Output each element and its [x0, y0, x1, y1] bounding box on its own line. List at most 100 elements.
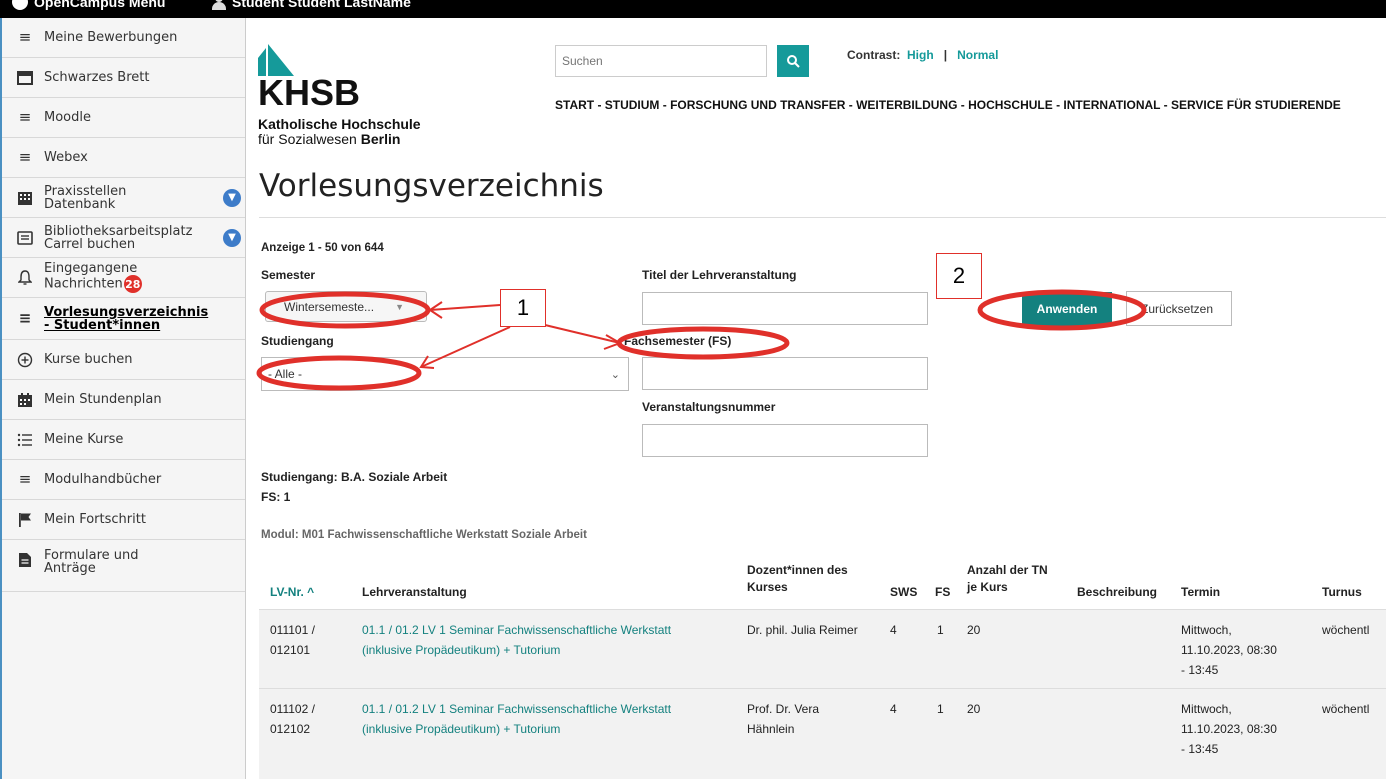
sidebar-item-stundenplan[interactable]: Mein Stundenplan	[2, 380, 245, 420]
chevron-down-icon: ⌄	[610, 368, 620, 381]
sidebar-item-kurse-buchen[interactable]: Kurse buchen	[2, 340, 245, 380]
annotation-arrowhead	[603, 334, 623, 350]
user-menu[interactable]: Student Student LastName	[212, 0, 411, 10]
tn-cell: 20	[967, 623, 981, 637]
termin-line1: Mittwoch,	[1181, 702, 1232, 716]
sidebar-item-moodle[interactable]: ≡ Moodle	[2, 98, 245, 138]
logo-wordmark: KHSB	[258, 72, 361, 113]
sidebar-item-vorlesungsverzeichnis[interactable]: ≡ Vorlesungsverzeichnis - Student*innen	[2, 298, 245, 340]
studiengang-value: - Alle -	[268, 367, 303, 381]
sidebar-item-modulhandbuecher[interactable]: ≡ Modulhandbücher	[2, 460, 245, 500]
termin-line2: 11.10.2023, 08:30	[1181, 722, 1277, 736]
sws-cell: 4	[890, 702, 897, 716]
termin-cell: Mittwoch, 11.10.2023, 08:30 - 13:45	[1181, 699, 1277, 759]
column-header-sws: SWS	[890, 585, 918, 599]
veranstaltungsnummer-label: Veranstaltungsnummer	[642, 400, 776, 414]
search-input[interactable]	[555, 45, 767, 77]
sidebar-item-label: Bibliotheksarbeitsplatz	[44, 223, 193, 239]
search-button[interactable]	[777, 45, 809, 77]
lvnr-line2: 012102	[270, 722, 311, 736]
titel-input[interactable]	[642, 292, 928, 325]
sidebar-item-bibliothek[interactable]: Bibliotheksarbeitsplatz Carrel buchen ▼	[2, 218, 245, 258]
flag-icon	[16, 512, 34, 528]
bell-icon	[16, 269, 34, 286]
column-header-dozent: Dozent*innen des Kurses	[747, 562, 848, 596]
lvnr-line1: 011102 /	[270, 702, 315, 716]
sidebar-item-formulare[interactable]: Formulare und Anträge	[2, 540, 245, 592]
sidebar-item-label: Moodle	[44, 110, 91, 125]
page-title: Vorlesungsverzeichnis	[259, 168, 604, 204]
column-header-beschreibung: Beschreibung	[1077, 585, 1158, 599]
column-header-lvnr[interactable]: LV-Nr. ^	[270, 584, 314, 601]
user-icon	[212, 0, 226, 10]
sidebar-item-label: Schwarzes Brett	[44, 70, 150, 85]
course-link[interactable]: 01.1 / 01.2 LV 1 Seminar Fachwissenschaf…	[362, 699, 671, 739]
column-header-lehrveranstaltung: Lehrveranstaltung	[362, 585, 467, 599]
column-header-dozent-line2: Kurses	[747, 580, 788, 594]
course-link-line2: (inklusive Propädeutikum) + Tutorium	[362, 722, 561, 736]
sidebar-item-label: Praxisstellen	[44, 183, 127, 199]
search-icon	[787, 55, 800, 68]
opencampus-menu-button[interactable]: OpenCampus Menu	[12, 0, 165, 10]
column-header-termin: Termin	[1181, 585, 1221, 599]
table-row: 011102 / 012102 01.1 / 01.2 LV 1 Seminar …	[259, 688, 1386, 779]
list-box-icon	[16, 230, 34, 246]
calendar-icon	[16, 392, 34, 408]
sidebar-item-schwarzes-brett[interactable]: Schwarzes Brett	[2, 58, 245, 98]
column-header-dozent-line1: Dozent*innen des	[747, 563, 848, 577]
apply-button[interactable]: Anwenden	[1022, 292, 1112, 326]
sidebar-item-praxisstellen[interactable]: Praxisstellen Datenbank ▼	[2, 178, 245, 218]
studiengang-info: Studiengang: B.A. Soziale Arbeit	[261, 470, 448, 484]
sidebar-item-label: Kurse buchen	[44, 352, 133, 367]
table-row: 011101 / 012101 01.1 / 01.2 LV 1 Seminar …	[259, 609, 1386, 688]
contrast-normal-link[interactable]: Normal	[957, 48, 998, 62]
studiengang-label: Studiengang	[261, 334, 334, 348]
veranstaltungsnummer-input[interactable]	[642, 424, 928, 457]
logo-subtitle-2a: für Sozialwesen	[258, 131, 361, 147]
contrast-high-link[interactable]: High	[907, 48, 934, 62]
chevron-down-icon[interactable]: ▼	[223, 188, 241, 207]
sidebar-item-webex[interactable]: ≡ Webex	[2, 138, 245, 178]
fs-cell: 1	[937, 702, 944, 716]
course-link-line1: 01.1 / 01.2 LV 1 Seminar Fachwissenschaf…	[362, 702, 672, 716]
turnus-cell: wöchentl	[1322, 623, 1370, 637]
menu-lines-icon: ≡	[18, 309, 32, 327]
user-name: Student Student LastName	[232, 0, 411, 10]
sidebar-item-label: Anträge	[44, 560, 96, 576]
column-header-fs: FS	[935, 585, 951, 599]
column-header-tn: Anzahl der TN je Kurs	[967, 562, 1048, 596]
sidebar-item-fortschritt[interactable]: Mein Fortschritt	[2, 500, 245, 540]
course-link-line1: 01.1 / 01.2 LV 1 Seminar Fachwissenschaf…	[362, 623, 672, 637]
semester-select[interactable]: Wintersemeste... ▼	[265, 291, 427, 322]
studiengang-select[interactable]: - Alle - ⌄	[261, 357, 629, 391]
sidebar-item-meine-kurse[interactable]: Meine Kurse	[2, 420, 245, 460]
sidebar-item-label: Eingegangene	[44, 261, 138, 276]
fachsemester-input[interactable]	[642, 357, 928, 390]
main-navigation[interactable]: START - STUDIUM - FORSCHUNG UND TRANSFER…	[555, 98, 1386, 112]
lvnr-line2: 012101	[270, 643, 311, 657]
result-count: Anzeige 1 - 50 von 644	[261, 242, 384, 254]
top-bar: OpenCampus Menu Student Student LastName	[0, 0, 1386, 18]
annotation-arrow	[429, 304, 501, 311]
khsb-logo[interactable]: KHSB Katholische Hochschule für Sozialwe…	[258, 44, 458, 154]
annotation-marker-2: 2	[936, 253, 982, 299]
sidebar-item-label: Meine Kurse	[44, 432, 124, 447]
tn-cell: 20	[967, 702, 981, 716]
fachsemester-label: Fachsemester (FS)	[624, 334, 732, 348]
menu-lines-icon: ≡	[18, 28, 32, 46]
sidebar-item-label: Formulare und	[44, 547, 139, 563]
annotation-arrow	[544, 324, 621, 344]
notification-badge: 28	[123, 275, 142, 293]
sidebar-item-nachrichten[interactable]: Eingegangene Nachrichten 28	[2, 258, 245, 298]
reset-button[interactable]: Zurücksetzen	[1126, 291, 1232, 326]
termin-line3: - 13:45	[1181, 663, 1219, 677]
sidebar-item-label: Carrel buchen	[44, 236, 136, 252]
annotation-marker-1: 1	[500, 289, 546, 327]
sidebar-item-bewerbungen[interactable]: ≡ Meine Bewerbungen	[2, 18, 245, 58]
chevron-down-icon[interactable]: ▼	[223, 228, 241, 247]
title-divider	[259, 217, 1386, 218]
semester-label: Semester	[261, 268, 316, 282]
course-link[interactable]: 01.1 / 01.2 LV 1 Seminar Fachwissenschaf…	[362, 620, 671, 660]
dropdown-arrow-icon: ▼	[395, 301, 404, 312]
list-icon	[16, 432, 34, 448]
